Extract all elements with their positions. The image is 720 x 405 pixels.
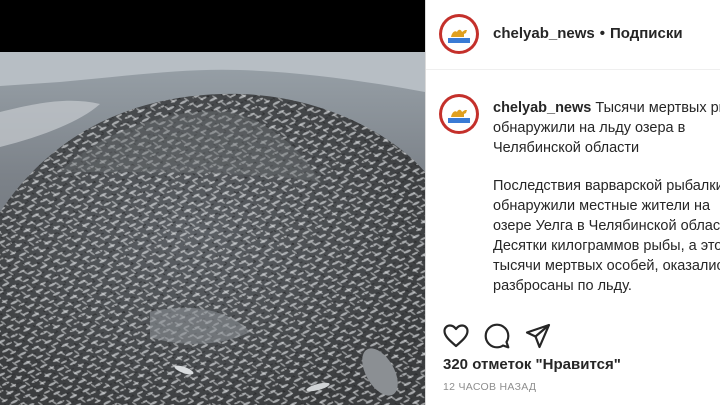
post-sidebar: chelyab_news • Подписки chelyab_news Тысяч… [425,0,720,405]
username-link[interactable]: chelyab_news [493,25,595,42]
post-media[interactable] [0,0,425,405]
caption-line: разбросаны по льду. [493,278,632,294]
caption-line: тысячи мертвых особей, оказались [493,258,720,274]
share-button[interactable] [524,322,552,350]
post-header: chelyab_news • Подписки [426,0,720,70]
caption-line: Десятки килограммов рыбы, а это [493,238,720,254]
caption-line: обнаружили на льду озера в [493,120,686,136]
action-bar [426,318,720,354]
caption-text: chelyab_news Тысячи мертвых рыб обнаружи… [493,98,720,314]
caption-username[interactable]: chelyab_news [493,100,591,116]
separator-dot: • [599,25,605,42]
comment-button[interactable] [483,322,511,350]
caption-paragraph-2: Последствия варварской рыбалки обнаружил… [493,176,720,296]
avatar-logo [442,17,476,51]
comment-icon [484,323,510,349]
post-timestamp[interactable]: 12 ЧАСОВ НАЗАД [443,381,536,393]
following-button[interactable]: Подписки [610,25,683,42]
camel-logo-icon [448,109,470,123]
caption-line: Челябинской области [493,140,640,156]
like-button[interactable] [442,322,470,350]
caption-line: обнаружили местные жители на [493,198,711,214]
likes-count[interactable]: 320 отметок "Нравится" [443,356,621,373]
avatar[interactable] [439,14,479,54]
camel-logo-icon [448,29,470,43]
media-letterbox [0,0,425,52]
caption-line: Последствия варварской рыбалки [493,178,720,194]
caption-paragraph-1: chelyab_news Тысячи мертвых рыб обнаружи… [493,98,720,158]
paper-plane-icon [525,323,551,349]
caption-line: озере Уелга в Челябинской области. [493,218,720,234]
caption-line-text: Тысячи мертвых рыб [595,100,720,116]
heart-icon [443,324,469,348]
caption-avatar[interactable] [439,94,479,134]
avatar-logo [442,97,476,131]
post-caption: chelyab_news Тысячи мертвых рыб обнаружи… [426,84,720,304]
header-meta: chelyab_news • Подписки [493,25,683,42]
caption-line: chelyab_news Тысячи мертвых рыб [493,98,720,118]
post-photo[interactable] [0,52,425,405]
